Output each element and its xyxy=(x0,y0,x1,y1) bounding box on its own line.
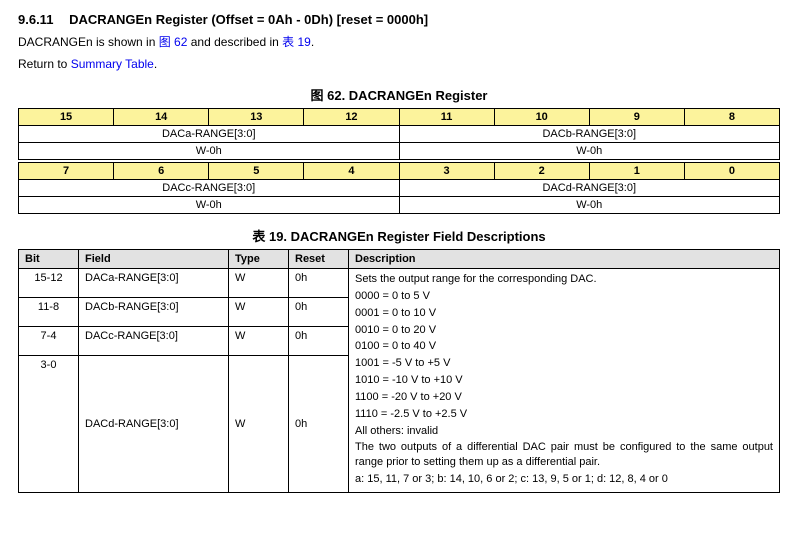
desc-line: Sets the output range for the correspond… xyxy=(355,272,773,287)
field-cell: DACa-RANGE[3:0] xyxy=(19,126,400,143)
return-suffix: . xyxy=(154,57,157,71)
field-cell: DACc-RANGE[3:0] xyxy=(19,180,400,197)
bit-num: 10 xyxy=(494,109,589,126)
rw-cell: W-0h xyxy=(399,143,780,160)
intro-text-2: and described in xyxy=(187,35,282,49)
desc-line: 1010 = -10 V to +10 V xyxy=(355,373,773,388)
col-desc: Description xyxy=(349,250,780,269)
bit-num: 12 xyxy=(304,109,399,126)
bit-num: 6 xyxy=(114,163,209,180)
rw-cell: W-0h xyxy=(399,197,780,214)
intro-paragraph: DACRANGEn is shown in 图 62 and described… xyxy=(18,33,780,51)
bit-cell: 11-8 xyxy=(19,297,79,326)
description-cell: Sets the output range for the correspond… xyxy=(349,269,780,493)
desc-line: All others: invalid xyxy=(355,424,773,439)
bit-num: 3 xyxy=(399,163,494,180)
table-row: 15-12 DACa-RANGE[3:0] W 0h Sets the outp… xyxy=(19,269,780,298)
reset-cell: 0h xyxy=(289,326,349,355)
bit-num: 13 xyxy=(209,109,304,126)
desc-note-map: a: 15, 11, 7 or 3; b: 14, 10, 6 or 2; c:… xyxy=(355,472,773,487)
register-bits-7-0: 7 6 5 4 3 2 1 0 DACc-RANGE[3:0] DACd-RAN… xyxy=(18,162,780,214)
bit-num: 4 xyxy=(304,163,399,180)
bit-num: 14 xyxy=(114,109,209,126)
bit-num: 9 xyxy=(589,109,684,126)
table-caption: 表 19. DACRANGEn Register Field Descripti… xyxy=(18,226,780,245)
bit-num: 5 xyxy=(209,163,304,180)
intro-text-1: DACRANGEn is shown in xyxy=(18,35,159,49)
field-rw-row: W-0h W-0h xyxy=(19,197,780,214)
col-field: Field xyxy=(79,250,229,269)
table-header-row: Bit Field Type Reset Description xyxy=(19,250,780,269)
field-rw-row: W-0h W-0h xyxy=(19,143,780,160)
register-bits-15-8: 15 14 13 12 11 10 9 8 DACa-RANGE[3:0] DA… xyxy=(18,108,780,160)
col-type: Type xyxy=(229,250,289,269)
bit-header-row: 7 6 5 4 3 2 1 0 xyxy=(19,163,780,180)
bit-num: 0 xyxy=(684,163,779,180)
bit-num: 2 xyxy=(494,163,589,180)
field-name-row: DACa-RANGE[3:0] DACb-RANGE[3:0] xyxy=(19,126,780,143)
bit-cell: 3-0 xyxy=(19,355,79,492)
field-cell: DACc-RANGE[3:0] xyxy=(79,326,229,355)
figure-caption: 图 62. DACRANGEn Register xyxy=(18,85,780,104)
col-bit: Bit xyxy=(19,250,79,269)
type-cell: W xyxy=(229,355,289,492)
bit-cell: 7-4 xyxy=(19,326,79,355)
summary-table-link[interactable]: Summary Table xyxy=(71,57,154,71)
reset-cell: 0h xyxy=(289,355,349,492)
desc-line: 0100 = 0 to 40 V xyxy=(355,339,773,354)
rw-cell: W-0h xyxy=(19,197,400,214)
field-cell: DACd-RANGE[3:0] xyxy=(79,355,229,492)
field-cell: DACd-RANGE[3:0] xyxy=(399,180,780,197)
desc-line: 1110 = -2.5 V to +2.5 V xyxy=(355,407,773,422)
section-heading: 9.6.11 DACRANGEn Register (Offset = 0Ah … xyxy=(18,12,780,27)
figure-link[interactable]: 图 62 xyxy=(159,35,188,49)
type-cell: W xyxy=(229,326,289,355)
reset-cell: 0h xyxy=(289,297,349,326)
bit-num: 15 xyxy=(19,109,114,126)
desc-line: 1001 = -5 V to +5 V xyxy=(355,356,773,371)
type-cell: W xyxy=(229,297,289,326)
intro-text-3: . xyxy=(311,35,314,49)
bit-header-row: 15 14 13 12 11 10 9 8 xyxy=(19,109,780,126)
return-text: Return to xyxy=(18,57,71,71)
rw-cell: W-0h xyxy=(19,143,400,160)
field-cell: DACb-RANGE[3:0] xyxy=(399,126,780,143)
type-cell: W xyxy=(229,269,289,298)
desc-line: 1100 = -20 V to +20 V xyxy=(355,390,773,405)
col-reset: Reset xyxy=(289,250,349,269)
bit-num: 8 xyxy=(684,109,779,126)
field-name-row: DACc-RANGE[3:0] DACd-RANGE[3:0] xyxy=(19,180,780,197)
bit-cell: 15-12 xyxy=(19,269,79,298)
bit-num: 11 xyxy=(399,109,494,126)
bit-num: 1 xyxy=(589,163,684,180)
section-number: 9.6.11 xyxy=(18,12,53,27)
desc-line: 0001 = 0 to 10 V xyxy=(355,306,773,321)
field-cell: DACa-RANGE[3:0] xyxy=(79,269,229,298)
desc-line: 0010 = 0 to 20 V xyxy=(355,323,773,338)
field-description-table: Bit Field Type Reset Description 15-12 D… xyxy=(18,249,780,493)
desc-line: 0000 = 0 to 5 V xyxy=(355,289,773,304)
reset-cell: 0h xyxy=(289,269,349,298)
desc-note-diff: The two outputs of a differential DAC pa… xyxy=(355,440,773,470)
table-link[interactable]: 表 19 xyxy=(282,35,311,49)
field-cell: DACb-RANGE[3:0] xyxy=(79,297,229,326)
bit-num: 7 xyxy=(19,163,114,180)
section-title: DACRANGEn Register (Offset = 0Ah - 0Dh) … xyxy=(69,12,428,27)
return-paragraph: Return to Summary Table. xyxy=(18,55,780,73)
